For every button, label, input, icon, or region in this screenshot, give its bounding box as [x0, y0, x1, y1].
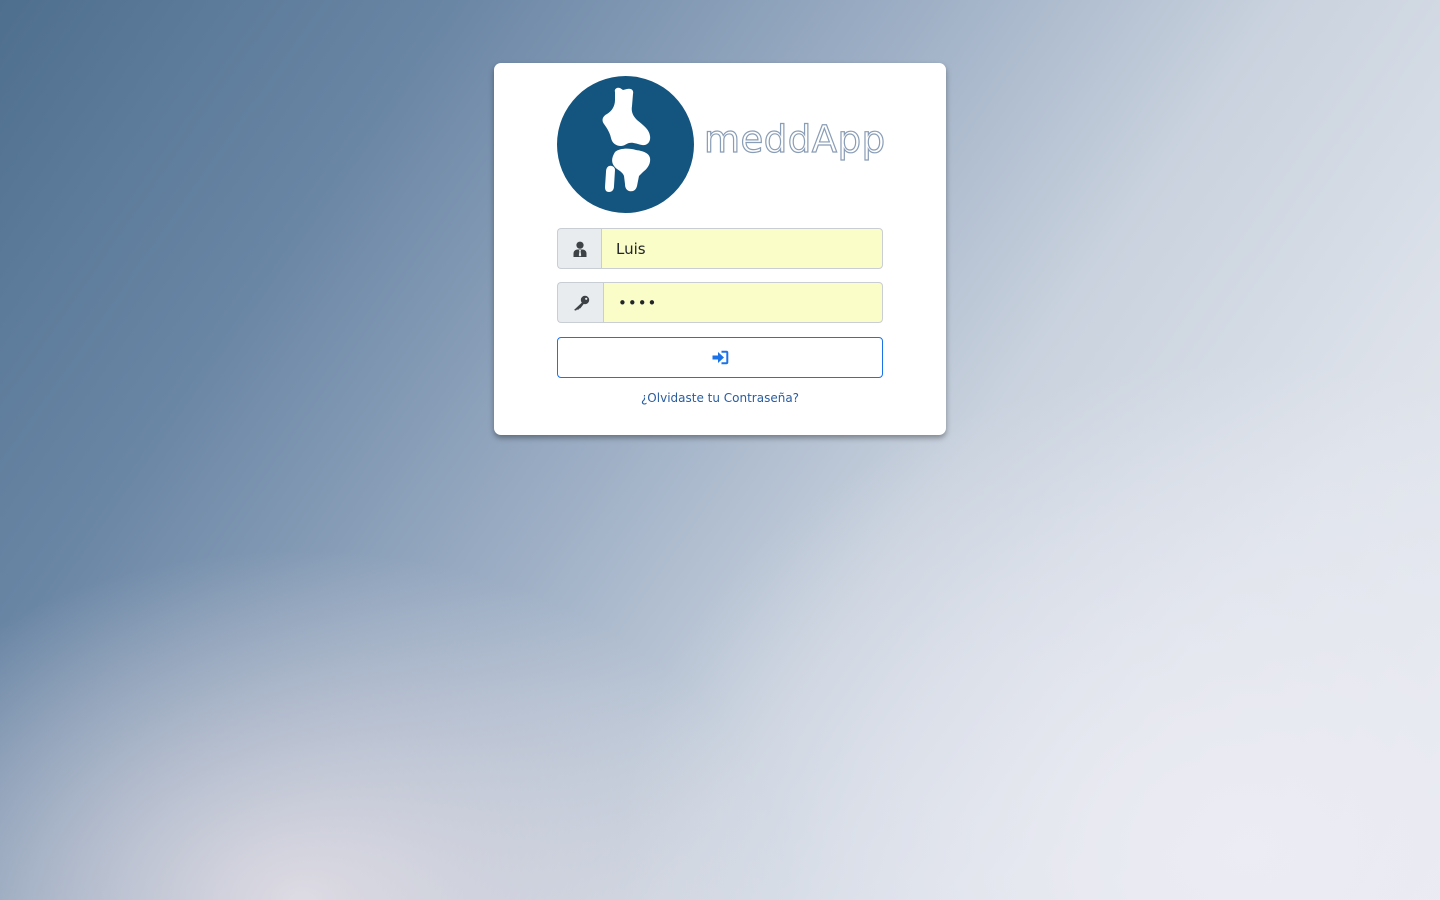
knee-joint-icon: [557, 76, 694, 213]
login-button[interactable]: [557, 337, 883, 378]
username-group: [557, 228, 883, 269]
key-icon: [557, 282, 603, 323]
login-card: meddApp ¿Olvidaste tu Contraseña?: [494, 63, 946, 435]
password-group: [557, 282, 883, 323]
sign-in-icon: [712, 350, 728, 365]
user-icon: [557, 228, 601, 269]
password-input[interactable]: [603, 282, 883, 323]
brand-name: meddApp: [703, 118, 886, 161]
username-input[interactable]: [601, 228, 883, 269]
forgot-password-link[interactable]: ¿Olvidaste tu Contraseña?: [494, 391, 946, 405]
